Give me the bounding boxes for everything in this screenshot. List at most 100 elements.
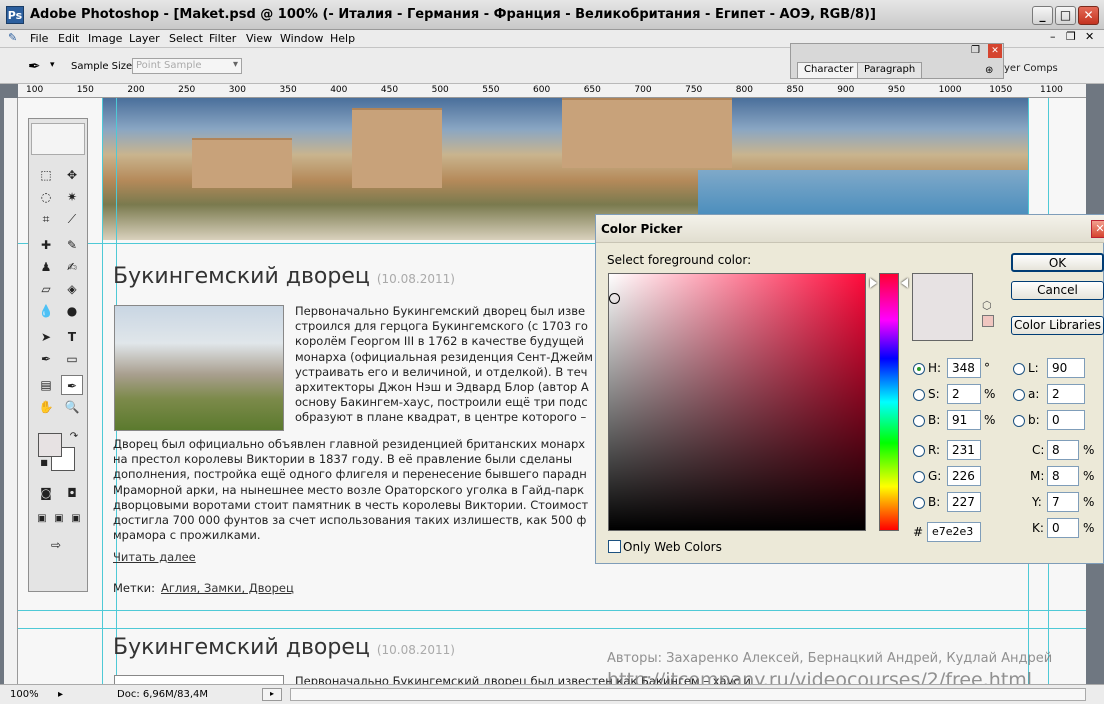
close-icon[interactable]: ✕ bbox=[1091, 220, 1104, 238]
screen-mode-full-icon[interactable]: ▣ bbox=[65, 509, 87, 529]
ruler-tick-label: 900 bbox=[837, 85, 855, 95]
hue-field[interactable]: 348 bbox=[947, 358, 981, 378]
radio-lightness[interactable] bbox=[1013, 363, 1025, 375]
maximize-icon[interactable]: □ bbox=[1055, 6, 1076, 25]
move-icon[interactable]: ✥ bbox=[61, 165, 83, 185]
red-field[interactable]: 231 bbox=[947, 440, 981, 460]
tab-character[interactable]: Character bbox=[797, 62, 861, 78]
chevron-down-icon[interactable]: ▾ bbox=[50, 60, 55, 70]
blue-field[interactable]: 227 bbox=[947, 492, 981, 512]
paint-bucket-icon[interactable]: ◈ bbox=[61, 279, 83, 299]
healing-brush-icon[interactable]: ✚ bbox=[35, 235, 57, 255]
hand-icon[interactable]: ✋ bbox=[35, 397, 57, 417]
notes-icon[interactable]: ▤ bbox=[35, 375, 57, 395]
doc-close-icon[interactable]: ✕ bbox=[1085, 30, 1094, 43]
cyan-field[interactable]: 8 bbox=[1047, 440, 1079, 460]
brush-icon[interactable]: ✎ bbox=[61, 235, 83, 255]
brightness-field[interactable]: 91 bbox=[947, 410, 981, 430]
eyedropper-icon[interactable]: ✒ bbox=[28, 57, 41, 75]
path-selection-icon[interactable]: ➤ bbox=[35, 327, 57, 347]
tags-links[interactable]: Аглия, Замки, Дворец bbox=[161, 581, 294, 596]
history-brush-icon[interactable]: ✍ bbox=[61, 257, 83, 277]
color-selector-ring[interactable] bbox=[609, 293, 620, 304]
crop-icon[interactable]: ⌗ bbox=[35, 209, 57, 229]
slice-icon[interactable]: ⟋ bbox=[61, 209, 83, 229]
document-icon[interactable]: ✎ bbox=[8, 31, 17, 44]
menu-window[interactable]: Window bbox=[280, 32, 323, 45]
menu-image[interactable]: Image bbox=[88, 32, 122, 45]
menu-select[interactable]: Select bbox=[169, 32, 203, 45]
cancel-button[interactable]: Cancel bbox=[1011, 281, 1104, 300]
hex-field[interactable]: e7e2e3 bbox=[927, 522, 981, 542]
menu-file[interactable]: File bbox=[30, 32, 48, 45]
gamut-warning-icon[interactable]: ⬡ bbox=[982, 299, 992, 312]
ruler-tick-label: 250 bbox=[178, 85, 196, 95]
feather-icon[interactable] bbox=[31, 123, 85, 155]
doc-minimize-icon[interactable]: – bbox=[1050, 30, 1056, 43]
status-menu-icon[interactable]: ▸ bbox=[58, 689, 63, 700]
marquee-icon[interactable]: ⬚ bbox=[35, 165, 57, 185]
default-colors-icon[interactable]: ■ bbox=[33, 453, 55, 473]
menu-view[interactable]: View bbox=[246, 32, 272, 45]
zoom-level[interactable]: 100% bbox=[10, 689, 39, 700]
horizontal-scrollbar[interactable] bbox=[290, 688, 1086, 701]
hue-slider-right-arrow-icon[interactable] bbox=[901, 278, 908, 288]
menu-help[interactable]: Help bbox=[330, 32, 355, 45]
read-more-link[interactable]: Читать далее bbox=[113, 550, 196, 565]
menu-filter[interactable]: Filter bbox=[209, 32, 236, 45]
panel-close-icon[interactable]: ✕ bbox=[988, 44, 1002, 58]
color-field[interactable] bbox=[608, 273, 866, 531]
stamp-icon[interactable]: ♟ bbox=[35, 257, 57, 277]
hue-slider[interactable] bbox=[879, 273, 899, 531]
black-field[interactable]: 0 bbox=[1047, 518, 1079, 538]
tab-layer-comps[interactable]: yer Comps bbox=[1004, 63, 1058, 74]
tab-paragraph[interactable]: Paragraph bbox=[857, 62, 923, 78]
close-icon[interactable]: ✕ bbox=[1078, 6, 1099, 25]
standard-mode-icon[interactable]: ◙ bbox=[35, 483, 57, 503]
shape-icon[interactable]: ▭ bbox=[61, 349, 83, 369]
panel-minimize-icon[interactable]: ❐ bbox=[971, 45, 980, 56]
radio-saturation[interactable] bbox=[913, 389, 925, 401]
saturation-field[interactable]: 2 bbox=[947, 384, 981, 404]
type-icon[interactable]: T bbox=[61, 327, 83, 347]
swap-colors-icon[interactable]: ↷ bbox=[63, 427, 85, 447]
hex-label: # bbox=[913, 525, 924, 539]
zoom-icon[interactable]: 🔍 bbox=[61, 397, 83, 417]
ok-button[interactable]: OK bbox=[1011, 253, 1104, 272]
radio-hue[interactable] bbox=[913, 363, 925, 375]
radio-red[interactable] bbox=[913, 445, 925, 457]
sample-size-select[interactable]: Point Sample ▾ bbox=[132, 58, 242, 74]
minimize-icon[interactable]: _ bbox=[1032, 6, 1053, 25]
web-safe-color-icon[interactable] bbox=[982, 315, 994, 327]
radio-brightness[interactable] bbox=[913, 415, 925, 427]
lasso-icon[interactable]: ◌ bbox=[35, 187, 57, 207]
dodge-icon[interactable]: ● bbox=[61, 301, 83, 321]
horizontal-ruler: 100 150 200 250 300 350 400 450 500 550 600 650 700 7… bbox=[18, 84, 1086, 98]
green-field[interactable]: 226 bbox=[947, 466, 981, 486]
pen-icon[interactable]: ✒ bbox=[35, 349, 57, 369]
menu-edit[interactable]: Edit bbox=[58, 32, 79, 45]
radio-a[interactable] bbox=[1013, 389, 1025, 401]
panel-menu-icon[interactable]: ⊛ bbox=[985, 65, 993, 76]
status-arrow-icon[interactable]: ▸ bbox=[262, 688, 282, 701]
color-libraries-button[interactable]: Color Libraries bbox=[1011, 316, 1104, 335]
radio-b[interactable] bbox=[1013, 415, 1025, 427]
radio-green[interactable] bbox=[913, 471, 925, 483]
jump-to-imageready-icon[interactable]: ⇨ bbox=[45, 535, 67, 555]
menu-layer[interactable]: Layer bbox=[129, 32, 160, 45]
ruler-tick-label: 400 bbox=[330, 85, 348, 95]
quick-mask-icon[interactable]: ◘ bbox=[61, 483, 83, 503]
eyedropper-icon[interactable]: ✒ bbox=[61, 375, 83, 395]
eraser-icon[interactable]: ▱ bbox=[35, 279, 57, 299]
a-field[interactable]: 2 bbox=[1047, 384, 1085, 404]
yellow-field[interactable]: 7 bbox=[1047, 492, 1079, 512]
radio-blue[interactable] bbox=[913, 497, 925, 509]
only-web-colors-checkbox[interactable] bbox=[608, 540, 621, 553]
doc-restore-icon[interactable]: ❐ bbox=[1066, 30, 1076, 43]
b-field[interactable]: 0 bbox=[1047, 410, 1085, 430]
magic-wand-icon[interactable]: ✷ bbox=[61, 187, 83, 207]
blur-icon[interactable]: 💧 bbox=[35, 301, 57, 321]
hue-slider-left-arrow-icon[interactable] bbox=[870, 278, 877, 288]
magenta-field[interactable]: 8 bbox=[1047, 466, 1079, 486]
lightness-field[interactable]: 90 bbox=[1047, 358, 1085, 378]
